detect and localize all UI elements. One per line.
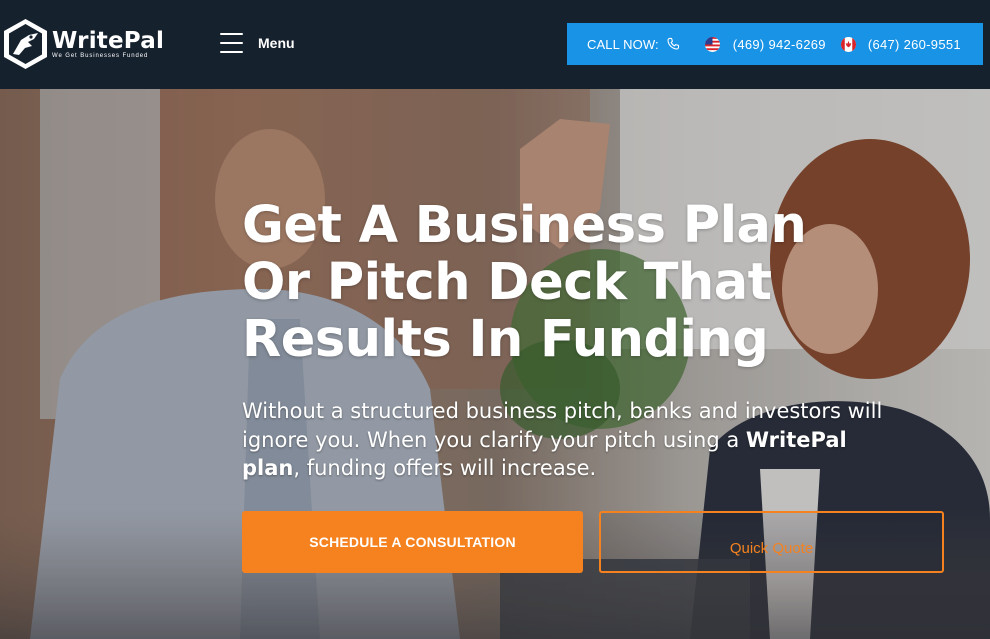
hero-subtext-end: , funding offers will increase. (293, 456, 597, 480)
us-flag-icon (704, 36, 720, 52)
site-header: WritePal We Get Businesses Funded Menu C… (0, 0, 990, 89)
hero-headline-line-3: Results In Funding (242, 310, 769, 369)
hero-headline: Get A Business Plan Or Pitch Deck That R… (242, 197, 942, 368)
writepal-logo-icon (4, 19, 47, 69)
hero-subtext: Without a structured business pitch, ban… (242, 397, 902, 483)
hero-headline-line-1: Get A Business Plan (242, 196, 807, 255)
schedule-consultation-button[interactable]: SCHEDULE A CONSULTATION (242, 511, 583, 573)
us-phone-link[interactable]: (469) 942-6269 (733, 37, 826, 52)
logo-tagline: We Get Businesses Funded (52, 53, 149, 59)
site-logo[interactable]: WritePal We Get Businesses Funded (3, 18, 164, 70)
phone-icon (667, 37, 679, 50)
hero-section: Get A Business Plan Or Pitch Deck That R… (0, 89, 990, 639)
menu-button[interactable]: Menu (220, 33, 295, 53)
hero-headline-line-2: Or Pitch Deck That (242, 253, 772, 312)
menu-label: Menu (258, 35, 295, 51)
quick-quote-button[interactable]: Quick Quote (599, 511, 944, 573)
hamburger-menu-icon (220, 33, 243, 53)
call-now-bar: CALL NOW: (469) 942-6269 (647) 260-9551 (567, 23, 983, 65)
logo-name: WritePal (52, 28, 165, 54)
canada-flag-icon (840, 36, 856, 52)
quick-quote-label: Quick Quote (729, 539, 814, 557)
ca-phone-link[interactable]: (647) 260-9551 (868, 37, 961, 52)
call-now-label: CALL NOW: (587, 36, 659, 52)
